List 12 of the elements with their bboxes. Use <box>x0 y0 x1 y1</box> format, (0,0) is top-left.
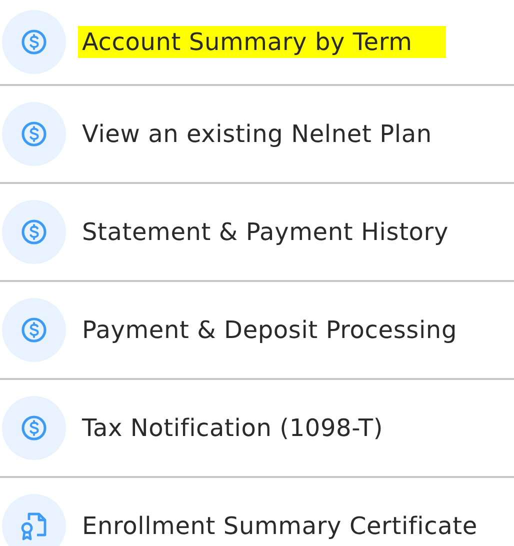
dollar-icon <box>21 317 47 343</box>
menu-link[interactable]: Tax Notification (1098-T) <box>78 412 387 444</box>
dollar-icon <box>21 29 47 55</box>
dollar-icon <box>21 415 47 441</box>
dollar-icon <box>21 121 47 147</box>
menu-link[interactable]: Statement & Payment History <box>78 216 452 248</box>
certificate-icon <box>20 511 48 541</box>
menu-link[interactable]: Payment & Deposit Processing <box>78 314 461 346</box>
menu-link[interactable]: Account Summary by Term <box>78 26 446 58</box>
menu-link[interactable]: View an existing Nelnet Plan <box>78 118 436 150</box>
dollar-icon <box>21 219 47 245</box>
menu-link[interactable]: Enrollment Summary Certificate <box>78 510 482 542</box>
